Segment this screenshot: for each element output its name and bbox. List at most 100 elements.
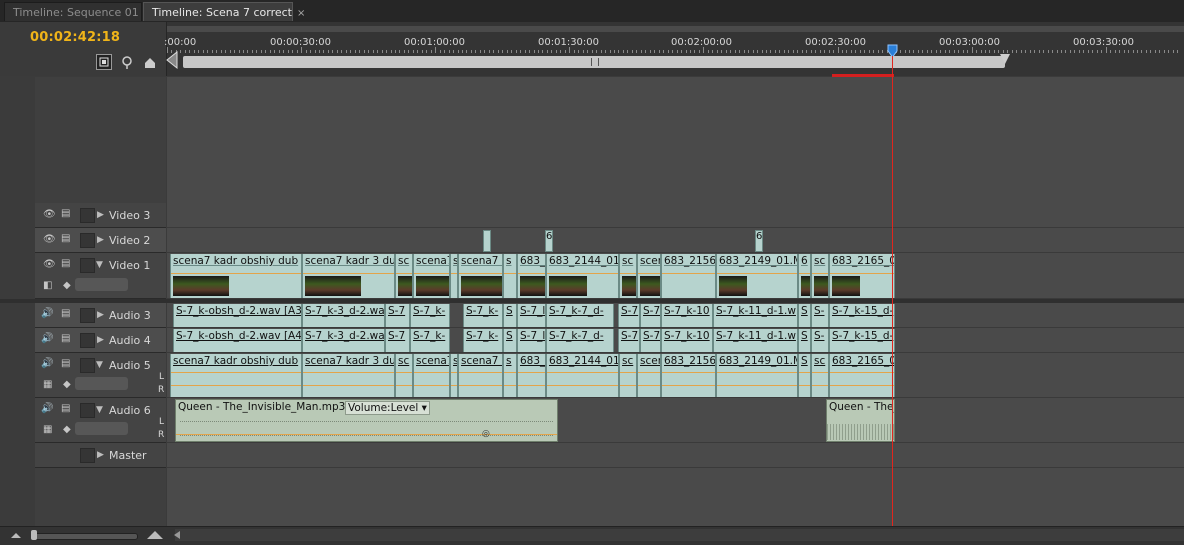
opacity-line[interactable] [171,273,301,274]
audio5-clip[interactable]: s [503,354,517,397]
speaker-icon[interactable]: 🔊 [41,403,53,414]
audio3-clip[interactable]: S [798,304,811,327]
audio6-clip[interactable]: Queen - The_Invisible_Man.mp3 Volume:Lev… [175,399,558,442]
collapse-icon[interactable]: ▼ [96,405,103,415]
audio4-clip[interactable]: S-7_k-10 [661,329,713,352]
volume-line[interactable] [662,385,715,386]
close-icon[interactable]: × [297,8,305,19]
volume-line[interactable] [459,385,502,386]
tab-scena-7-correct[interactable]: Timeline: Scena 7 correct × [143,2,305,21]
audio5-clip[interactable]: s [450,354,458,397]
film-icon[interactable]: ▤ [61,208,70,219]
sync-icon[interactable]: ▤ [61,403,70,414]
video1-clip[interactable]: scena7 [413,254,450,298]
track-header-audio-4[interactable]: 🔊 ▤ ▶ Audio 4 [35,328,166,353]
audio5-clip[interactable]: sc [395,354,413,397]
video1-clip[interactable]: 6 [798,254,811,298]
audio4-clip[interactable]: S [798,329,811,352]
track-header-video-3[interactable]: 👁 ▤ ▶ Video 3 [35,203,166,228]
audio5-clip[interactable]: sc [811,354,829,397]
audio3-clip[interactable]: S [503,304,517,327]
lock-toggle[interactable] [80,448,95,463]
volume-line[interactable] [638,372,660,373]
keyframe-icon[interactable]: ◆ [63,379,71,390]
track-video-3[interactable] [167,203,1184,228]
volume-line[interactable] [518,385,545,386]
audio5-clip[interactable]: S [798,354,811,397]
volume-line[interactable] [620,372,636,373]
viewing-area-right-handle[interactable] [1000,52,1012,68]
speaker-icon[interactable]: 🔊 [41,333,53,344]
audio3-clip[interactable]: S-7 [385,304,410,327]
audio4-clip[interactable]: S-7_k- [463,329,503,352]
speaker-icon[interactable]: 🔊 [41,308,53,319]
volume-line[interactable] [451,385,457,386]
audio5-clip[interactable]: scen [637,354,661,397]
work-area-bar[interactable] [167,26,1184,32]
snap-icon[interactable] [96,54,112,70]
opacity-line[interactable] [830,273,894,274]
track-header-video-2[interactable]: 👁 ▤ ▶ Video 2 [35,228,166,253]
volume-line[interactable] [396,372,412,373]
video1-clip[interactable]: s [503,254,517,298]
audio3-clip[interactable]: S-7_k-10 [661,304,713,327]
eye-icon[interactable]: 👁 [43,234,56,245]
lock-toggle[interactable] [80,333,95,348]
collapse-icon[interactable]: ▼ [96,260,103,270]
audio3-clip[interactable]: S-7 [618,304,640,327]
viewing-area-grip[interactable] [591,58,599,66]
expand-icon[interactable]: ▶ [97,235,104,245]
volume-line[interactable] [638,385,660,386]
volume-line[interactable] [799,372,810,373]
volume-line[interactable] [812,385,828,386]
volume-line[interactable] [459,372,502,373]
audio5-clip[interactable]: 683_ [517,354,546,397]
volume-line[interactable] [799,385,810,386]
audio4-clip[interactable]: S-7_k-11_d-1.w [713,329,798,352]
video1-clip[interactable]: scen [637,254,661,298]
audio6-clip[interactable]: Queen - The_ [826,399,895,442]
audio4-clip[interactable]: S-7 [385,329,410,352]
current-timecode[interactable]: 00:02:42:18 [30,30,120,45]
keyframe-nav[interactable] [75,422,128,435]
waveform-icon[interactable]: ▦ [43,379,52,390]
volume-line[interactable] [504,385,516,386]
volume-line[interactable] [518,372,545,373]
audio4-clip[interactable]: S-7_k-obsh_d-2.wav [A4 [173,329,302,352]
volume-line[interactable] [717,385,797,386]
audio4-clip[interactable]: S-7_k-15_d- [829,329,895,352]
home-icon[interactable] [143,55,157,69]
audio3-clip[interactable]: S-7_l [517,304,546,327]
audio3-clip[interactable]: S-7_k- [463,304,503,327]
audio5-clip[interactable]: scena7 [413,354,450,397]
volume-line[interactable] [830,385,894,386]
zoom-out-icon[interactable] [10,530,22,540]
audio4-clip[interactable]: S [503,329,517,352]
track-header-video-1[interactable]: 👁 ▤ ▼ Video 1 ◧ ◆ [35,253,166,299]
zoom-in-icon[interactable] [146,529,164,540]
sync-icon[interactable]: ▤ [61,333,70,344]
video2-clip[interactable]: 6 [755,230,763,252]
scroll-left-icon[interactable] [172,529,182,541]
audio3-clip[interactable]: S-7_k-3_d-2.wa [302,304,385,327]
video1-clip[interactable]: scena7 kadr obshiy dub [170,254,302,298]
lock-toggle[interactable] [80,403,95,418]
opacity-line[interactable] [547,273,618,274]
speaker-icon[interactable]: 🔊 [41,358,53,369]
lock-toggle[interactable] [80,258,95,273]
empty-track-area-bottom[interactable] [167,468,1184,526]
video1-clip[interactable]: s [450,254,458,298]
opacity-line[interactable] [662,273,715,274]
audio4-clip[interactable]: S-7_k-3_d-2.wa [302,329,385,352]
volume-line[interactable] [830,372,894,373]
audio4-clip[interactable]: S-7_l [517,329,546,352]
opacity-line[interactable] [504,273,516,274]
marker-icon[interactable] [120,55,134,69]
video1-clip[interactable]: 683_2149_01.M [716,254,798,298]
video2-clip[interactable]: 6 [545,230,553,252]
video1-clip[interactable]: 683_2144_01. [546,254,619,298]
audio4-clip[interactable]: S-7 [618,329,640,352]
keyframe-icon[interactable]: ◆ [63,280,71,291]
audio4-clip[interactable]: S-7_k-7_d- [546,329,614,352]
audio5-clip[interactable]: 683_2165_0 [829,354,895,397]
